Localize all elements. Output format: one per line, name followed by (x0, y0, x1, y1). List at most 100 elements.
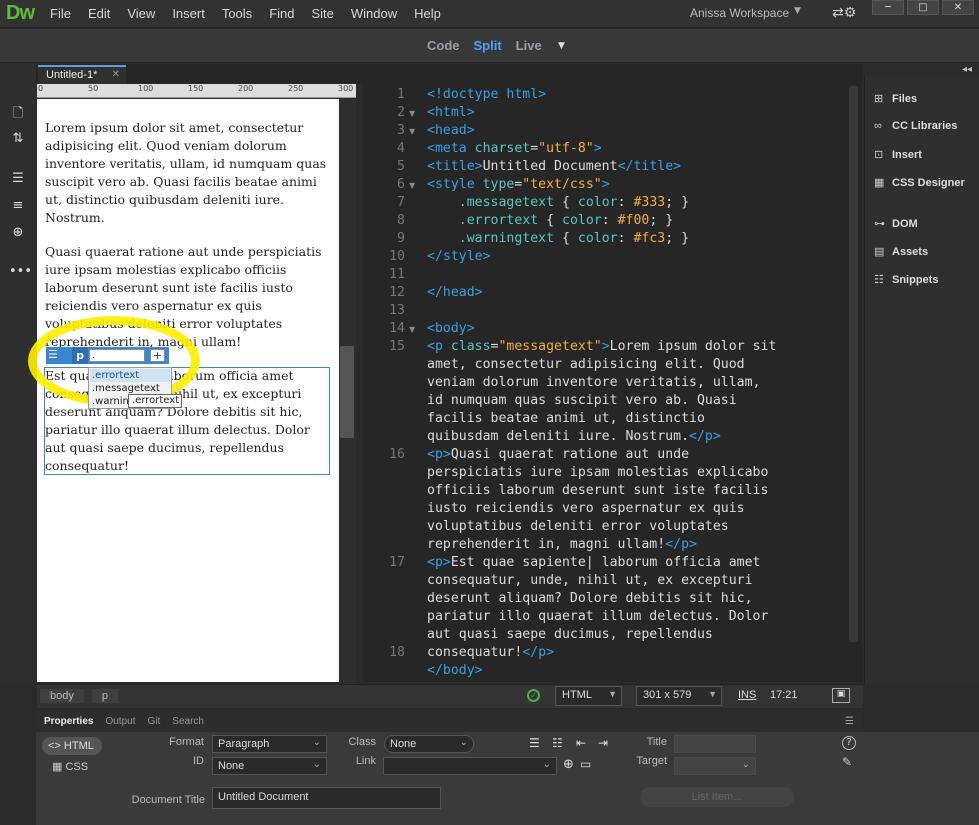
code-line: <head> (427, 123, 475, 138)
menu-window[interactable]: Window (351, 6, 397, 21)
tab-output[interactable]: Output (105, 716, 135, 727)
panel-cc-libraries-label: CC Libraries (892, 120, 958, 132)
menu-insert[interactable]: Insert (172, 6, 205, 21)
class-select[interactable]: None ⌄ (384, 735, 474, 753)
panel-assets[interactable]: ▤ Assets (874, 245, 928, 258)
code-line: <body> (427, 321, 475, 336)
code-line: <style type="text/css"> (427, 177, 610, 192)
folder-icon[interactable]: ▭ (580, 757, 591, 771)
document-tab[interactable]: Untitled-1* ✕ (38, 65, 126, 84)
panel-files-label: Files (892, 93, 918, 105)
line-number: 18 (389, 645, 405, 660)
id-select[interactable]: None ⌄ (212, 757, 327, 775)
fold-arrow-icon[interactable]: ▼ (409, 109, 415, 118)
insert-mode[interactable]: INS (738, 689, 756, 701)
design-scrollbar-thumb[interactable] (340, 346, 354, 438)
chevron-down-icon: ⌄ (542, 759, 551, 770)
code-scrollbar[interactable] (849, 86, 858, 642)
panel-dom[interactable]: ⊶ DOM (874, 217, 918, 230)
crumb-body[interactable]: body (40, 689, 84, 703)
crumb-p[interactable]: p (91, 689, 118, 703)
point-to-file-icon[interactable]: ⊕ (563, 757, 574, 772)
line-number: 17 (389, 555, 405, 570)
chevron-down-icon[interactable]: ▼ (794, 6, 801, 16)
list-item-button[interactable]: List Item... (640, 787, 794, 807)
panel-menu-icon[interactable]: ☰ (845, 716, 854, 727)
help-icon[interactable]: ? (842, 736, 856, 750)
code-line: .warningtext { color: #fc3; } (458, 231, 690, 246)
fold-arrow-icon[interactable]: ▼ (409, 127, 415, 136)
split-view-button[interactable]: Split (474, 38, 502, 53)
format-icon[interactable]: ≡ (9, 198, 27, 216)
menu-view[interactable]: View (127, 6, 155, 21)
panel-css-designer[interactable]: ▦ CSS Designer (874, 176, 965, 189)
html-mode-label: HTML (63, 740, 94, 752)
collapse-panels-icon[interactable]: ◂◂ (962, 64, 972, 75)
menu-tools[interactable]: Tools (222, 6, 252, 21)
close-icon[interactable]: ✕ (112, 69, 120, 80)
file-icon[interactable]: 🗋 (9, 104, 27, 122)
indent-icon[interactable]: ⇥ (598, 736, 608, 750)
code-view-button[interactable]: Code (427, 38, 460, 53)
tab-git[interactable]: Git (148, 716, 161, 727)
target-icon[interactable]: ⊕ (9, 225, 27, 243)
fold-arrow-icon[interactable]: ▼ (409, 181, 415, 190)
tab-properties[interactable]: Properties (44, 716, 93, 727)
css-mode-button[interactable]: ▦ CSS (52, 760, 88, 773)
maximize-button[interactable]: □ (907, 0, 939, 15)
chevron-down-icon[interactable]: ▼ (558, 41, 565, 51)
class-value: None (390, 738, 417, 750)
format-select[interactable]: Paragraph ⌄ (212, 735, 327, 753)
doctype-select[interactable]: HTML ▼ (555, 686, 622, 706)
title-input[interactable] (674, 735, 756, 753)
preview-icon[interactable]: ▣ (832, 688, 850, 703)
fold-arrow-icon[interactable]: ▼ (409, 325, 415, 334)
panel-cc-libraries[interactable]: ∞ CC Libraries (874, 120, 957, 132)
line-number: 5 (397, 159, 405, 174)
hamburger-icon[interactable]: ☰ (48, 349, 62, 362)
unordered-list-icon[interactable]: ☰ (529, 736, 540, 750)
link-input[interactable]: ⌄ (383, 757, 557, 775)
menu-find[interactable]: Find (269, 6, 294, 21)
inspect-icon[interactable]: ☰ (9, 171, 27, 189)
live-view-button[interactable]: Live (516, 38, 542, 53)
menu-edit[interactable]: Edit (88, 6, 110, 21)
panel-insert[interactable]: ⊡ Insert (874, 148, 922, 161)
code-line: <p>Est quae sapiente| laborum officia am… (427, 555, 761, 570)
edit-icon[interactable]: ✎ (842, 755, 852, 769)
line-number: 14 (389, 321, 405, 336)
document-tab-strip (36, 64, 862, 84)
close-button[interactable]: ✕ (942, 0, 974, 15)
outdent-icon[interactable]: ⇤ (576, 736, 586, 750)
assets-icon: ▤ (874, 246, 885, 258)
line-number: 3 (397, 123, 405, 138)
design-paragraph-1[interactable]: Lorem ipsum dolor sit amet, consectetur … (45, 119, 333, 227)
tab-search[interactable]: Search (172, 716, 204, 727)
check-icon[interactable]: ✓ (527, 689, 540, 702)
sync-settings-icon[interactable]: ⇄⚙ (832, 5, 856, 21)
menu-help[interactable]: Help (414, 6, 441, 21)
panel-files[interactable]: ⊞ Files (874, 92, 917, 105)
class-input[interactable]: . (89, 349, 145, 362)
panel-snippets[interactable]: ☷ Snippets (874, 273, 938, 286)
sort-icon[interactable]: ⇅ (9, 131, 27, 149)
document-title-input[interactable]: Untitled Document (212, 787, 441, 809)
target-select[interactable]: ⌄ (674, 757, 756, 775)
more-icon[interactable]: ••• (9, 264, 32, 282)
line-number: 1 (397, 87, 405, 102)
hint-item[interactable]: .errortext (90, 369, 170, 382)
document-tab-label: Untitled-1* (46, 69, 98, 81)
minimize-button[interactable]: ─ (872, 0, 904, 15)
add-class-button[interactable]: + (150, 349, 165, 362)
panel-insert-label: Insert (892, 149, 922, 161)
html-mode-button[interactable]: <> HTML (42, 737, 102, 755)
menu-site[interactable]: Site (311, 6, 333, 21)
menu-file[interactable]: File (50, 6, 71, 21)
element-tag-label[interactable]: p (72, 347, 88, 364)
ordered-list-icon[interactable]: ☷ (552, 736, 563, 750)
window-size-select[interactable]: 301 x 579 ▼ (636, 686, 722, 706)
cc-libraries-icon: ∞ (874, 120, 882, 132)
workspace-switcher[interactable]: Anissa Workspace (690, 6, 789, 20)
ruler-tick: 200 (238, 84, 254, 93)
code-line: <p class="messagetext">Lorem ipsum dolor… (427, 339, 777, 354)
